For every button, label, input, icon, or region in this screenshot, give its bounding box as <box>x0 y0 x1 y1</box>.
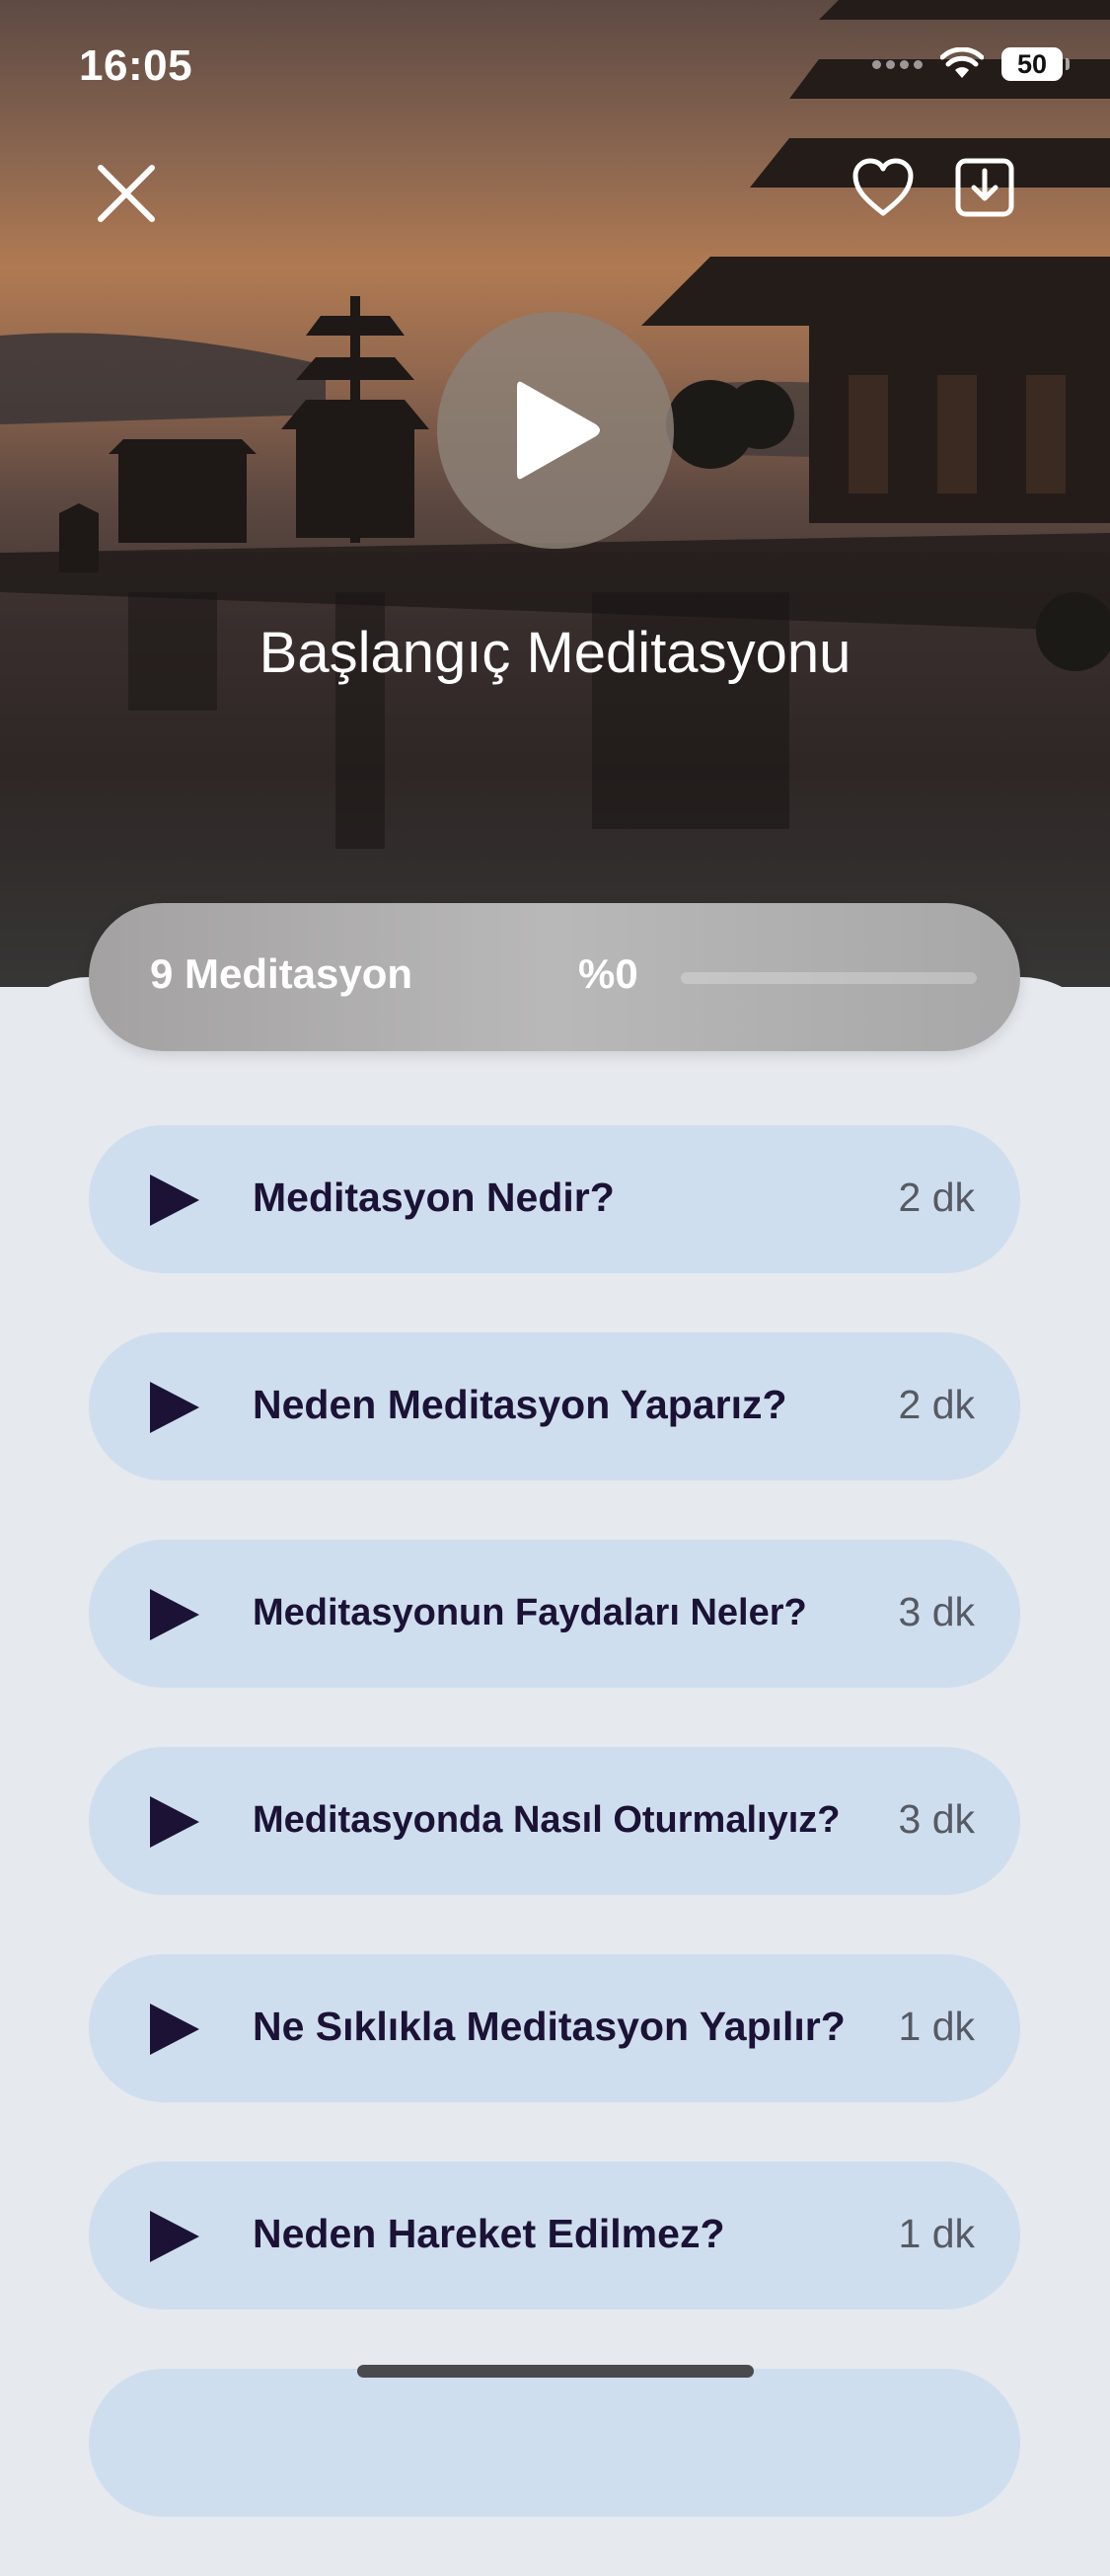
hero-image: 16:05 50 Başlangıç Meditasyonu <box>0 0 1110 987</box>
progress-bar <box>681 972 977 984</box>
progress-summary: 9 Meditasyon %0 <box>89 903 1020 1051</box>
list-item[interactable]: Meditasyonun Faydaları Neler? 3 dk <box>89 1540 1020 1688</box>
list-item-partial[interactable] <box>89 2369 1020 2517</box>
lesson-duration: 3 dk <box>898 1589 976 1634</box>
lesson-title: Meditasyonun Faydaları Neler? <box>253 1592 807 1633</box>
list-item[interactable]: Meditasyon Nedir? 2 dk <box>89 1125 1020 1273</box>
wifi-icon <box>940 47 984 78</box>
status-time: 16:05 <box>79 41 193 90</box>
lesson-title: Meditasyonda Nasıl Oturmalıyız? <box>253 1799 841 1841</box>
battery-indicator: 50 <box>1001 47 1070 81</box>
lesson-list: Meditasyon Nedir? 2 dk Neden Meditasyon … <box>89 1125 1020 2576</box>
play-all-button[interactable] <box>437 312 674 549</box>
list-item[interactable]: Meditasyonda Nasıl Oturmalıyız? 3 dk <box>89 1747 1020 1895</box>
lesson-duration: 2 dk <box>898 1174 976 1220</box>
progress-percent: %0 <box>578 950 638 997</box>
play-icon <box>150 1382 199 1433</box>
close-button[interactable] <box>87 154 166 233</box>
list-item[interactable]: Neden Meditasyon Yaparız? 2 dk <box>89 1332 1020 1480</box>
lesson-duration: 1 dk <box>898 2004 976 2049</box>
lesson-title: Meditasyon Nedir? <box>253 1174 615 1220</box>
lesson-title: Neden Hareket Edilmez? <box>253 2211 725 2256</box>
meditation-count: 9 Meditasyon <box>150 950 413 997</box>
cellular-signal-icon <box>872 59 923 69</box>
list-item[interactable]: Neden Hareket Edilmez? 1 dk <box>89 2161 1020 2310</box>
play-icon <box>517 381 600 480</box>
play-icon <box>150 1174 199 1226</box>
heart-icon <box>852 158 914 216</box>
lesson-duration: 1 dk <box>898 2211 976 2256</box>
battery-level: 50 <box>1016 48 1048 79</box>
lesson-title: Ne Sıklıkla Meditasyon Yapılır? <box>253 2004 846 2049</box>
play-icon <box>150 1589 199 1640</box>
lesson-duration: 3 dk <box>898 1796 976 1842</box>
play-icon <box>150 2004 199 2055</box>
download-icon <box>955 158 1014 217</box>
play-icon <box>150 2211 199 2262</box>
close-icon <box>98 165 155 222</box>
list-item[interactable]: Ne Sıklıkla Meditasyon Yapılır? 1 dk <box>89 1954 1020 2102</box>
play-icon <box>150 1796 199 1848</box>
status-indicators: 50 <box>872 47 1070 81</box>
lesson-title: Neden Meditasyon Yaparız? <box>253 1382 787 1427</box>
favorite-button[interactable] <box>844 148 923 227</box>
lesson-duration: 2 dk <box>898 1382 976 1427</box>
download-button[interactable] <box>945 148 1024 227</box>
home-indicator <box>357 2365 754 2378</box>
course-title: Başlangıç Meditasyonu <box>259 621 851 685</box>
